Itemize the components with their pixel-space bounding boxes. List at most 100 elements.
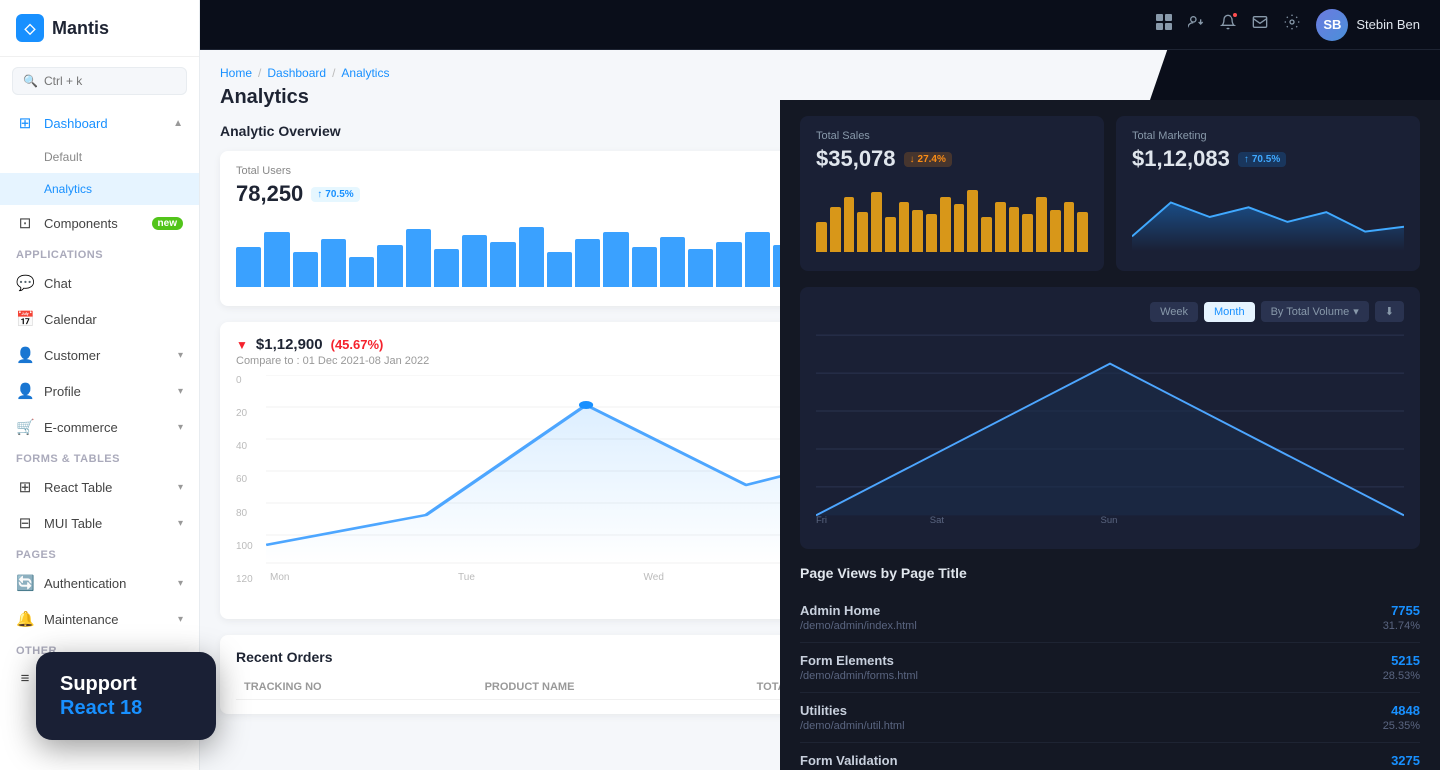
page-views-section: Page Views by Page Title Admin Home /dem… bbox=[800, 565, 1420, 770]
income-compare: Compare to : 01 Dec 2021-08 Jan 2022 bbox=[236, 355, 429, 367]
settings-icon[interactable] bbox=[1284, 14, 1300, 35]
search-input[interactable] bbox=[44, 74, 176, 88]
chevron-down-icon-6: ▾ bbox=[178, 578, 183, 589]
bar-item bbox=[981, 217, 992, 252]
breadcrumb-dashboard[interactable]: Dashboard bbox=[267, 66, 326, 80]
sidebar-item-maintenance[interactable]: 🔔 Maintenance ▾ bbox=[0, 601, 199, 637]
logo-text: Mantis bbox=[52, 18, 109, 39]
customer-icon: 👤 bbox=[16, 346, 34, 364]
page-view-item-2: Utilities /demo/admin/util.html 4848 25.… bbox=[800, 693, 1420, 743]
pv-url-2: /demo/admin/util.html bbox=[800, 720, 1383, 732]
support-toast[interactable]: Support React 18 bbox=[200, 652, 216, 740]
bar-item bbox=[940, 197, 951, 252]
sidebar-item-components[interactable]: ⊡ Components new bbox=[0, 205, 199, 241]
grid-icon[interactable] bbox=[1156, 14, 1172, 35]
dark-btn-week[interactable]: Week bbox=[1150, 302, 1198, 322]
auth-icon: 🔄 bbox=[16, 574, 34, 592]
pv-count-3: 3275 bbox=[1383, 753, 1420, 768]
sidebar-item-dashboard[interactable]: ⊞ Dashboard ▲ bbox=[0, 105, 199, 141]
section-pages: Pages bbox=[0, 541, 199, 565]
dashboard-icon: ⊞ bbox=[16, 114, 34, 132]
sidebar-item-react-table[interactable]: ⊞ React Table ▾ bbox=[0, 469, 199, 505]
dark-card-label-sales: Total Sales bbox=[816, 130, 1088, 142]
dark-btn-volume[interactable]: By Total Volume▾ bbox=[1261, 301, 1369, 322]
dark-card-total-marketing: Total Marketing $1,12,083 ↑ 70.5% bbox=[1116, 116, 1420, 271]
user-name: Stebin Ben bbox=[1356, 17, 1420, 32]
dark-line-chart: Fri Sat Sun bbox=[816, 330, 1404, 530]
income-pct: (45.67%) bbox=[331, 337, 384, 352]
bar-item bbox=[954, 204, 965, 252]
pv-name-0: Admin Home bbox=[800, 603, 1383, 618]
bar-item bbox=[995, 202, 1006, 252]
sidebar-item-authentication[interactable]: 🔄 Authentication ▾ bbox=[0, 565, 199, 601]
bar-item bbox=[293, 252, 318, 287]
card-value-users: 78,250 ↑ 70.5% bbox=[236, 181, 798, 207]
chevron-up-icon: ▲ bbox=[173, 118, 183, 129]
main-wrapper: SB Stebin Ben Home / Dashboard / Analyti… bbox=[200, 0, 1440, 770]
chat-icon: 💬 bbox=[16, 274, 34, 292]
dark-btn-download[interactable]: ⬇ bbox=[1375, 301, 1404, 322]
bar-item bbox=[264, 232, 289, 287]
dark-card-label-marketing: Total Marketing bbox=[1132, 130, 1404, 142]
pv-pct-1: 28.53% bbox=[1383, 670, 1420, 682]
chevron-down-icon-2: ▾ bbox=[178, 386, 183, 397]
sidebar-item-ecommerce[interactable]: 🛒 E-commerce ▾ bbox=[0, 409, 199, 445]
sidebar-item-label-analytics: Analytics bbox=[44, 182, 92, 196]
bar-chart-users bbox=[236, 217, 798, 287]
pv-url-0: /demo/admin/index.html bbox=[800, 620, 1383, 632]
sidebar-item-calendar[interactable]: 📅 Calendar bbox=[0, 301, 199, 337]
x-label-mon: Mon bbox=[270, 572, 289, 583]
search-bar[interactable]: 🔍 bbox=[12, 67, 187, 95]
mail-icon[interactable] bbox=[1252, 14, 1268, 35]
bar-item bbox=[844, 197, 855, 252]
dark-btn-month[interactable]: Month bbox=[1204, 302, 1255, 322]
search-icon: 🔍 bbox=[23, 74, 38, 88]
sidebar-item-profile[interactable]: 👤 Profile ▾ bbox=[0, 373, 199, 409]
dark-badge-marketing: ↑ 70.5% bbox=[1238, 152, 1286, 167]
bar-item bbox=[462, 235, 487, 287]
breadcrumb-home[interactable]: Home bbox=[220, 66, 252, 80]
bar-item bbox=[926, 214, 937, 252]
sidebar-item-label-calendar: Calendar bbox=[44, 312, 97, 327]
bar-item bbox=[716, 242, 741, 287]
pv-name-1: Form Elements bbox=[800, 653, 1383, 668]
sidebar-item-label-customer: Customer bbox=[44, 348, 100, 363]
table-icon: ⊞ bbox=[16, 478, 34, 496]
bell-icon[interactable] bbox=[1220, 14, 1236, 35]
sidebar-item-default[interactable]: Default bbox=[0, 141, 199, 173]
svg-text:Sun: Sun bbox=[1101, 515, 1118, 526]
notification-badge bbox=[1231, 11, 1239, 19]
sidebar-item-label-react-table: React Table bbox=[44, 480, 112, 495]
mui-table-icon: ⊟ bbox=[16, 514, 34, 532]
menu-icon: ≡ bbox=[16, 670, 34, 687]
logo-icon: ◇ bbox=[16, 14, 44, 42]
gold-bar-chart bbox=[816, 182, 1088, 252]
income-amount: $1,12,900 bbox=[256, 336, 323, 353]
sidebar-item-analytics[interactable]: Analytics bbox=[0, 173, 199, 205]
chevron-down-icon-4: ▾ bbox=[178, 482, 183, 493]
content-dark: Total Sales $35,078 ↓ 27.4% Total Market… bbox=[780, 100, 1440, 770]
sidebar-logo[interactable]: ◇ Mantis bbox=[0, 0, 199, 57]
sidebar-item-customer[interactable]: 👤 Customer ▾ bbox=[0, 337, 199, 373]
sidebar-item-mui-table[interactable]: ⊟ MUI Table ▾ bbox=[0, 505, 199, 541]
bar-item bbox=[632, 247, 657, 287]
svg-text:Sat: Sat bbox=[930, 515, 945, 526]
pv-count-2: 4848 bbox=[1383, 703, 1420, 718]
page-view-item-0: Admin Home /demo/admin/index.html 7755 3… bbox=[800, 593, 1420, 643]
bar-item bbox=[816, 222, 827, 252]
bar-item bbox=[434, 249, 459, 287]
components-badge: new bbox=[152, 217, 183, 230]
bar-item bbox=[885, 217, 896, 252]
sidebar-item-label-profile: Profile bbox=[44, 384, 81, 399]
user-info[interactable]: SB Stebin Ben bbox=[1316, 9, 1420, 41]
sidebar-item-chat[interactable]: 💬 Chat bbox=[0, 265, 199, 301]
user-switch-icon[interactable] bbox=[1188, 14, 1204, 35]
chevron-down-icon-3: ▾ bbox=[178, 422, 183, 433]
dark-income-section: Week Month By Total Volume▾ ⬇ bbox=[800, 287, 1420, 549]
bar-item bbox=[1036, 197, 1047, 252]
sidebar-item-label-dashboard: Dashboard bbox=[44, 116, 108, 131]
ecommerce-icon: 🛒 bbox=[16, 418, 34, 436]
bar-item bbox=[871, 192, 882, 252]
col-product: Product Name bbox=[477, 675, 749, 700]
content-split: Home / Dashboard / Analytics Analytics A… bbox=[200, 50, 1440, 770]
